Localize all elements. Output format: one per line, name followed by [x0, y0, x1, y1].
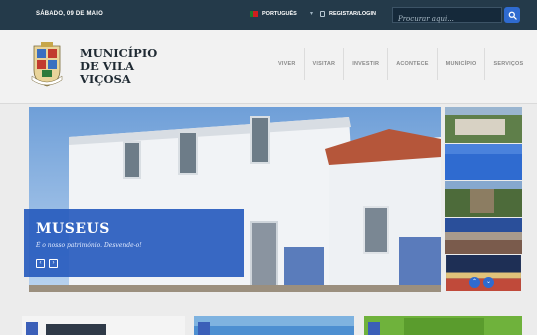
chevron-right-icon[interactable]: › — [49, 259, 58, 268]
language-selector[interactable]: PORTUGUÊS — [250, 11, 297, 17]
featured-section — [0, 292, 537, 335]
thumbnail-nav: ⌃ ⌄ — [469, 277, 494, 288]
featured-card-1[interactable] — [22, 316, 185, 335]
thumbnail-1[interactable] — [445, 107, 522, 143]
nav-item-municipio[interactable]: MUNICÍPIO — [436, 48, 485, 80]
chevron-up-icon[interactable]: ⌃ — [469, 277, 480, 288]
hero-subtitle: É o nosso património. Desvende-o! — [36, 242, 142, 249]
hero-caption: MUSEUS É o nosso património. Desvende-o!… — [24, 209, 244, 277]
language-dropdown-caret[interactable]: ▾ — [310, 10, 313, 17]
nav-item-investir[interactable]: INVESTIR — [343, 48, 387, 80]
login-link[interactable]: REGISTAR/LOGIN — [320, 11, 376, 17]
flag-icon — [250, 11, 258, 17]
slide-thumbnails — [445, 107, 522, 292]
thumbnail-3[interactable] — [445, 181, 522, 217]
thumbnail-4[interactable] — [445, 218, 522, 254]
lock-icon — [320, 11, 325, 17]
featured-card-3[interactable] — [364, 316, 522, 335]
crest-icon[interactable] — [30, 42, 64, 88]
thumbnail-2[interactable] — [445, 144, 522, 180]
search-input[interactable] — [393, 12, 501, 26]
site-header: MUNICÍPIO DE VILA VIÇOSA VIVER VISITAR I… — [0, 30, 537, 104]
chevron-left-icon[interactable]: ‹ — [36, 259, 45, 268]
nav-item-servicos[interactable]: SERVIÇOS — [484, 48, 531, 80]
hero-title[interactable]: MUSEUS — [36, 221, 110, 237]
login-label: REGISTAR/LOGIN — [329, 11, 376, 17]
current-date: SÁBADO, 09 DE MAIO — [36, 11, 103, 17]
chevron-down-icon[interactable]: ⌄ — [483, 277, 494, 288]
main-nav: VIVER VISITAR INVESTIR ACONTECE MUNICÍPI… — [270, 48, 531, 80]
brand-line-3: VIÇOSA — [80, 72, 131, 86]
language-label: PORTUGUÊS — [262, 11, 297, 17]
site-brand[interactable]: MUNICÍPIO DE VILA VIÇOSA — [80, 47, 157, 86]
featured-card-2[interactable] — [194, 316, 354, 335]
top-bar: SÁBADO, 09 DE MAIO PORTUGUÊS ▾ REGISTAR/… — [0, 0, 537, 30]
search-button[interactable] — [504, 7, 520, 23]
search-box — [392, 7, 502, 26]
nav-item-viver[interactable]: VIVER — [270, 48, 304, 80]
nav-item-visitar[interactable]: VISITAR — [303, 48, 344, 80]
nav-item-acontece[interactable]: ACONTECE — [387, 48, 436, 80]
search-icon — [508, 11, 517, 20]
